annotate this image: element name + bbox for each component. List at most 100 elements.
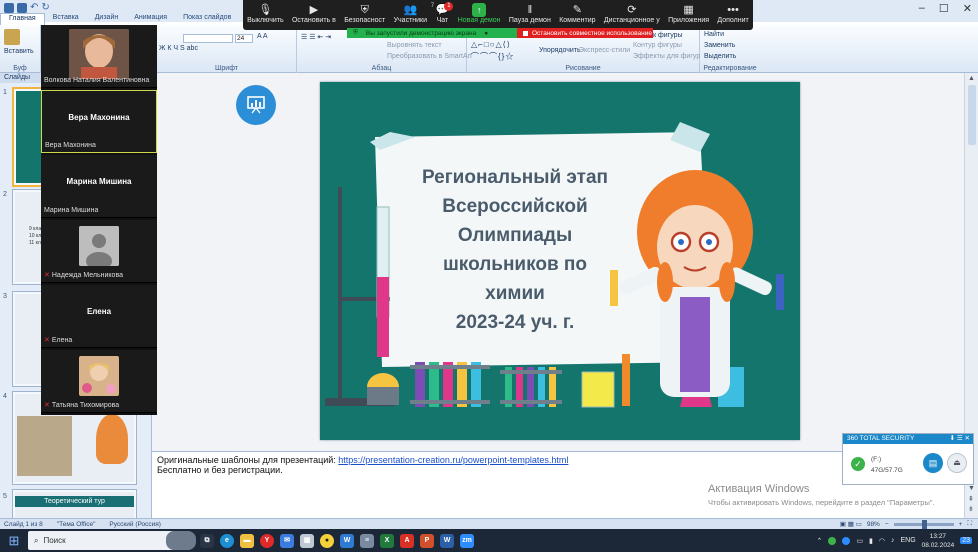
replace-button[interactable]: Заменить (704, 42, 735, 49)
zoom-level[interactable]: 98% (867, 521, 880, 528)
zoom-toolbar-item[interactable]: ✎ Комментир (559, 3, 595, 24)
input-language[interactable]: ENG (900, 537, 915, 544)
security-tray-icon[interactable] (828, 536, 837, 545)
file-explorer-icon[interactable]: ▬ (240, 533, 254, 548)
word-doc-icon[interactable]: W (340, 533, 354, 548)
participant-tile[interactable]: Вера Махонина Вера Махонина (41, 90, 157, 153)
app-yellow-icon[interactable]: ● (320, 533, 334, 548)
slide-thumbnail-5[interactable]: Теоретический тур (12, 489, 137, 518)
minimize-icon[interactable]: – (919, 2, 925, 15)
notepad-icon[interactable]: ≡ (360, 533, 374, 548)
security-header-controls[interactable]: ⬇ ☰ ✕ (950, 434, 970, 444)
presentation-chart-icon[interactable] (236, 85, 276, 125)
acrobat-icon[interactable]: A (400, 533, 414, 548)
close-icon[interactable]: ✕ (963, 2, 972, 15)
eject-icon[interactable]: ⏏ (947, 453, 967, 473)
next-slide-icon[interactable]: ⇟ (968, 505, 974, 513)
mail-icon[interactable]: ✉ (280, 533, 294, 548)
slide-title[interactable]: Региональный этап Всероссийской Олимпиады ш… (415, 163, 615, 337)
shape-fill-button[interactable]: к фигуры (653, 32, 683, 39)
font-size-box[interactable]: 24 (235, 34, 253, 43)
slides-pane-label[interactable]: Слайды (4, 74, 30, 81)
zoom-slider[interactable] (893, 519, 954, 529)
participant-tile[interactable]: Елена ✕ Елена (41, 285, 157, 348)
tab-design[interactable]: Дизайн (87, 13, 127, 25)
slide-title-line: школьников по (442, 254, 588, 275)
edge-icon[interactable]: e (220, 533, 234, 548)
undo-icon[interactable]: ↶ (30, 3, 38, 13)
fit-slide-icon[interactable]: ⛶ (967, 520, 972, 528)
language-indicator[interactable]: Русский (Россия) (109, 521, 161, 528)
grow-font-icon[interactable]: A A (257, 33, 268, 40)
view-buttons[interactable]: ▣ ▦ ▭ (840, 520, 862, 528)
thumb-girl-figure (96, 414, 128, 464)
tab-slideshow[interactable]: Показ слайдов (175, 13, 239, 25)
zoom-tray-icon[interactable] (842, 536, 851, 545)
shape-effects-button[interactable]: Эффекты для фигур (633, 53, 700, 60)
align-text-button[interactable]: Выровнять текст (387, 42, 442, 49)
zoom-toolbar-label: Дополнит (717, 17, 749, 24)
zoom-toolbar-item[interactable]: ↑ Новая демон (458, 3, 501, 24)
zoom-toolbar-item[interactable]: 👥 7 Участники (394, 3, 434, 24)
shapes-gallery-row2[interactable]: ⌒⌒⌒{}☆ (471, 51, 514, 62)
network-icon[interactable]: ▭ (856, 537, 863, 545)
zoom-toolbar-item[interactable]: 💬 1 Чат (435, 2, 454, 24)
zoom-in-icon[interactable]: + (959, 521, 963, 528)
zoom-toolbar-item[interactable]: ‖ Пауза демон (509, 3, 551, 24)
wifi-icon[interactable]: ◠ (879, 537, 885, 545)
arrange-button[interactable]: Упорядочить (539, 47, 581, 54)
save-icon[interactable] (17, 3, 27, 13)
select-button[interactable]: Выделить (704, 53, 736, 60)
excel-icon[interactable]: X (380, 533, 394, 548)
zoom-toolbar-item[interactable]: ⟳ Дистанционное у (604, 3, 660, 24)
zoom-slider-knob[interactable] (921, 519, 927, 529)
notification-icon[interactable]: 23 (960, 537, 972, 544)
participant-tile[interactable]: ✕ Надежда Мельникова (41, 220, 157, 283)
zoom-app-icon[interactable]: zm (460, 533, 474, 548)
folder-icon[interactable]: ▤ (923, 453, 943, 473)
scroll-up-icon[interactable]: ▲ (968, 75, 975, 82)
redo-icon[interactable]: ↻ (41, 3, 49, 13)
tab-home[interactable]: Главная (0, 13, 45, 25)
zoom-toolbar-item[interactable]: ⛨ Безопасност (344, 3, 385, 24)
zoom-out-icon[interactable]: − (885, 521, 889, 528)
express-styles-button[interactable]: Экспресс-стили (579, 47, 630, 54)
participant-tile[interactable]: Волкова Наталия Валентиновна (41, 25, 157, 88)
taskbar-search[interactable]: ⌕ Поиск (28, 531, 196, 550)
tab-insert[interactable]: Вставка (45, 13, 87, 25)
zoom-toolbar-item[interactable]: ••• Дополнит (717, 3, 748, 24)
tray-up-icon[interactable]: ⌃ (817, 537, 823, 545)
zoom-toolbar-item[interactable]: 🎙 Выключить (247, 3, 283, 24)
volume-icon[interactable]: ♪ (891, 537, 895, 544)
participant-display-name: Вера Махонина (68, 113, 130, 122)
powerpoint-icon[interactable]: P (420, 533, 434, 548)
participant-tile[interactable]: ✕ Татьяна Тихомирова (41, 350, 157, 413)
zoom-toolbar-item[interactable]: ▶ Остановить в (292, 3, 336, 24)
slide-title-line: Региональный этап (421, 167, 608, 188)
shapes-gallery-row1[interactable]: △⌐□○△⟨⟩ (471, 40, 511, 49)
stop-share-button[interactable]: Остановить совместное использование (517, 28, 653, 38)
shape-outline-button[interactable]: Контур фигуры (633, 42, 682, 49)
battery-icon[interactable]: ▮ (869, 537, 873, 545)
clock[interactable]: 13:27 08.02.2024 (922, 532, 955, 550)
yandex-browser-icon[interactable]: Y (260, 533, 274, 548)
store-icon[interactable]: ▦ (300, 533, 314, 548)
participant-tile[interactable]: Марина Мишина Марина Мишина (41, 155, 157, 218)
prev-slide-icon[interactable]: ⇞ (968, 495, 974, 503)
find-button[interactable]: Найти (704, 31, 724, 38)
maximize-icon[interactable]: ☐ (939, 2, 949, 15)
word-icon[interactable]: W (440, 533, 454, 548)
task-view-icon[interactable]: ⧉ (200, 533, 214, 548)
tab-animation[interactable]: Анимация (126, 13, 175, 25)
windows-start-icon[interactable]: ⊞ (0, 533, 28, 549)
convert-smartart-button[interactable]: Преобразовать в SmartArt (387, 53, 472, 60)
template-link[interactable]: https://presentation-creation.ru/powerpo… (338, 455, 568, 465)
scroll-thumb[interactable] (968, 85, 976, 145)
bullets-icons[interactable]: ☰ ☰ ⇤ ⇥ (301, 33, 331, 41)
font-name-box[interactable] (183, 34, 233, 43)
scroll-down-icon[interactable]: ▼ (968, 485, 975, 492)
thumb-bg: Теоретический тур (15, 492, 134, 518)
paste-button[interactable]: Вставить (4, 48, 34, 55)
zoom-toolbar-item[interactable]: ▦ Приложения (668, 3, 709, 24)
paste-icon[interactable] (4, 29, 20, 45)
